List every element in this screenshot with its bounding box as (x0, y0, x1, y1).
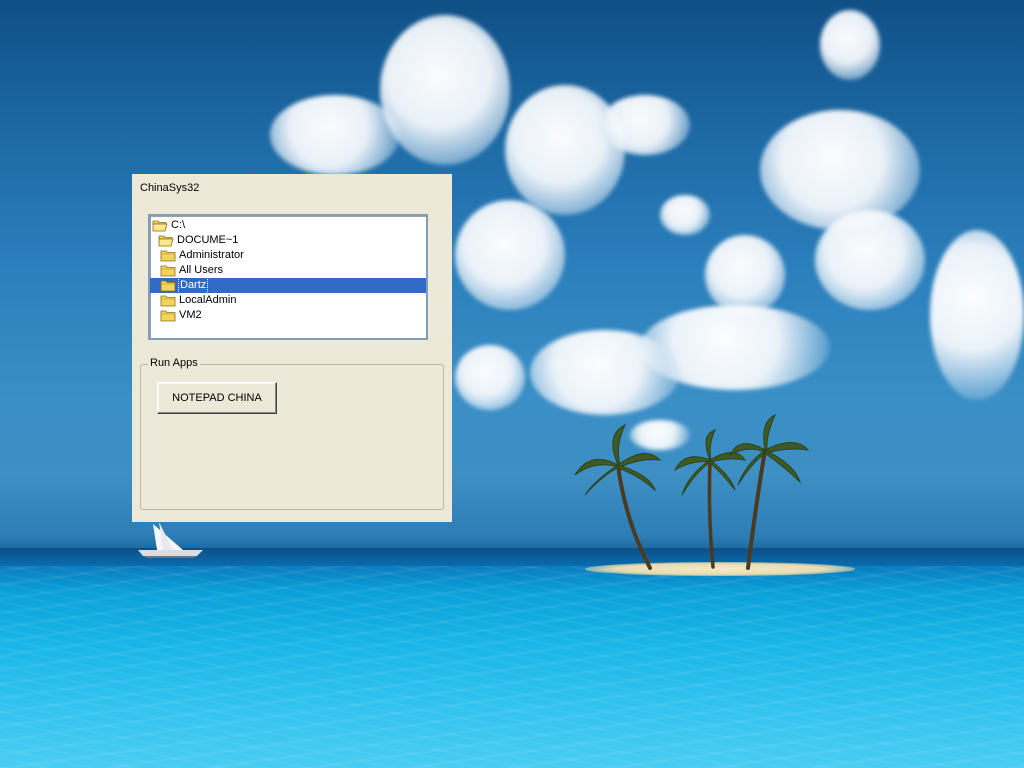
tree-item-label: LocalAdmin (179, 294, 237, 306)
cloud (380, 15, 510, 165)
run-apps-label: Run Apps (148, 357, 200, 369)
tree-item-vm2[interactable]: VM2 (160, 308, 202, 323)
cloud (705, 235, 785, 315)
tree-item-administrator[interactable]: Administrator (160, 248, 244, 263)
tree-item-label: C:\ (171, 219, 186, 231)
sailboat (138, 522, 203, 558)
notepad-china-button[interactable]: NOTEPAD CHINA (157, 382, 277, 414)
cloud (760, 110, 920, 230)
tree-item-label: Dartz (177, 277, 209, 294)
tree-item-all-users[interactable]: All Users (160, 263, 223, 278)
cloud (820, 10, 880, 80)
cloud (505, 85, 625, 215)
desktop-wallpaper: ChinaSys32 C:\ DOCUME~1 Administrator Al… (0, 0, 1024, 768)
sea (0, 566, 1024, 768)
tree-item-label: VM2 (179, 309, 202, 321)
tree-item-label: All Users (179, 264, 224, 276)
window-title: ChinaSys32 (140, 182, 200, 194)
tree-item-dartz[interactable]: Dartz (150, 277, 426, 294)
cloud (270, 95, 400, 175)
cloud (930, 230, 1024, 400)
cloud (815, 210, 925, 310)
cloud (530, 330, 680, 415)
tree-item-localadmin[interactable]: LocalAdmin (160, 293, 236, 308)
folder-icon (160, 250, 176, 262)
app-window: ChinaSys32 C:\ DOCUME~1 Administrator Al… (132, 174, 452, 522)
tree-item-label: DOCUME~1 (177, 234, 239, 246)
folder-tree[interactable]: C:\ DOCUME~1 Administrator All Users Dar… (148, 214, 428, 340)
cloud (455, 200, 565, 310)
open-folder-icon (158, 235, 174, 247)
tree-item-docume[interactable]: DOCUME~1 (158, 233, 238, 248)
cloud (660, 195, 710, 235)
open-folder-icon (152, 220, 168, 232)
cloud (600, 95, 690, 155)
cloud (455, 345, 525, 410)
tree-item-c-drive[interactable]: C:\ (152, 218, 185, 233)
folder-icon (160, 295, 176, 307)
folder-icon (160, 280, 176, 292)
folder-icon (160, 310, 176, 322)
tree-item-label: Administrator (179, 249, 244, 261)
palm-trees (574, 413, 810, 570)
run-apps-groupbox: Run Apps NOTEPAD CHINA (140, 357, 444, 510)
folder-icon (160, 265, 176, 277)
